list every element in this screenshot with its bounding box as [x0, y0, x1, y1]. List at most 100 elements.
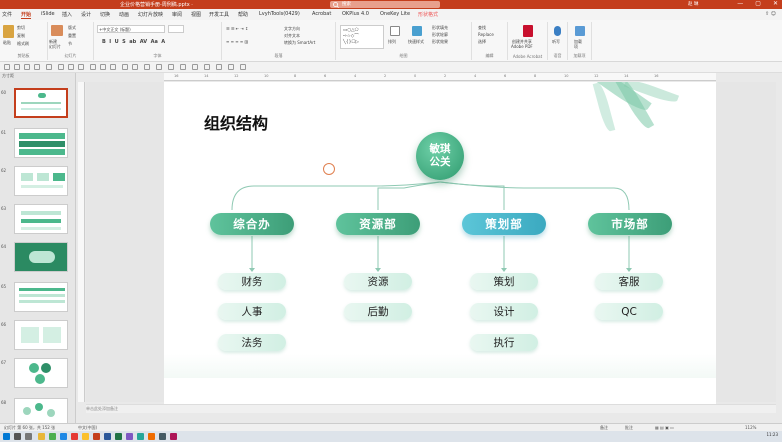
slide-thumbnail[interactable]: [14, 282, 68, 312]
crop-icon[interactable]: [144, 64, 150, 70]
slideshow-icon[interactable]: [46, 64, 52, 70]
sub-node[interactable]: 策划: [470, 273, 538, 290]
tab-developer[interactable]: 开发工具: [209, 11, 229, 18]
tab-animations[interactable]: 动画: [119, 11, 129, 18]
sub-node[interactable]: 法务: [218, 334, 286, 351]
distribute-icon[interactable]: [90, 64, 96, 70]
tab-onekey[interactable]: OneKey Lite: [380, 11, 410, 17]
quick-styles-button[interactable]: 快速样式: [408, 39, 424, 45]
tab-slideshow[interactable]: 幻灯片放映: [138, 11, 163, 18]
tab-acrobat[interactable]: Acrobat: [312, 11, 331, 17]
share-icon[interactable]: ⇪ ☺: [765, 11, 776, 17]
view-buttons[interactable]: ▦ ▤ ▣ ▭: [655, 425, 674, 430]
paste-icon[interactable]: [3, 25, 14, 38]
shape-outline-button[interactable]: 形状轮廓: [432, 32, 448, 38]
align-left-icon[interactable]: [58, 64, 64, 70]
start-icon[interactable]: [3, 433, 10, 440]
text-direction-button[interactable]: 文字方向: [284, 26, 300, 32]
word-icon[interactable]: [104, 433, 111, 440]
tab-shape-format[interactable]: 形状格式: [418, 11, 438, 18]
app-icon[interactable]: [159, 433, 166, 440]
app-icon[interactable]: [137, 433, 144, 440]
addins-icon[interactable]: [575, 26, 585, 36]
arrange-icon[interactable]: [390, 26, 400, 36]
close-button[interactable]: ✕: [773, 0, 778, 7]
list-buttons[interactable]: ☰ ☰ ⇤ ⇥ ↕: [226, 26, 248, 31]
arrange-button[interactable]: 排列: [388, 39, 396, 45]
microphone-icon[interactable]: [554, 26, 561, 36]
app-icon[interactable]: [82, 433, 89, 440]
dictate-button[interactable]: 听写: [552, 39, 560, 45]
sub-node[interactable]: 后勤: [344, 303, 412, 320]
new-slide-icon[interactable]: [51, 25, 63, 36]
tab-transitions[interactable]: 切换: [100, 11, 110, 18]
sub-node[interactable]: 人事: [218, 303, 286, 320]
align-text-button[interactable]: 对齐文本: [284, 33, 300, 39]
shapes-gallery[interactable]: ▭○△⬠ ⇨☆◇⌒ ╲{}☐▷: [340, 25, 384, 49]
search-box[interactable]: 搜索: [330, 1, 440, 8]
eyedropper-icon[interactable]: [156, 64, 162, 70]
slide-thumbnail[interactable]: [14, 320, 68, 350]
pdf-icon[interactable]: [523, 25, 533, 37]
slide-thumbnail[interactable]: [14, 358, 68, 388]
smartart-button[interactable]: 转换为 SmartArt: [284, 40, 315, 46]
app-icon[interactable]: [148, 433, 155, 440]
sub-node[interactable]: QC: [595, 303, 663, 320]
text-box-icon[interactable]: [168, 64, 174, 70]
send-back-icon[interactable]: [132, 64, 138, 70]
app-icon[interactable]: [49, 433, 56, 440]
section-button[interactable]: 节: [68, 41, 72, 47]
line-icon[interactable]: [192, 64, 198, 70]
tab-lvyhtools[interactable]: LvyhTools(0429): [259, 11, 300, 17]
paste-label[interactable]: 粘贴: [3, 40, 11, 46]
replace-button[interactable]: Replace: [478, 32, 494, 37]
align-right-icon[interactable]: [78, 64, 84, 70]
tab-review[interactable]: 审阅: [172, 11, 182, 18]
table-icon[interactable]: [204, 64, 210, 70]
excel-icon[interactable]: [115, 433, 122, 440]
slide-thumbnail[interactable]: [14, 88, 68, 118]
copy-button[interactable]: 复制: [17, 33, 25, 39]
zoom-level[interactable]: 112%: [745, 425, 756, 430]
app-icon[interactable]: [60, 433, 67, 440]
task-view-icon[interactable]: [25, 433, 32, 440]
app-icon[interactable]: [71, 433, 78, 440]
search-icon[interactable]: [14, 433, 21, 440]
shape-effects-button[interactable]: 形状效果: [432, 39, 448, 45]
sub-node[interactable]: 设计: [470, 303, 538, 320]
maximize-button[interactable]: ▢: [755, 0, 761, 7]
tab-okplus[interactable]: OKPlus 4.0: [342, 11, 369, 17]
font-name-select[interactable]: +中文正文 (标题): [97, 25, 165, 33]
notes-pane[interactable]: 单击此处添加备注: [86, 404, 776, 413]
undo-icon[interactable]: [24, 64, 30, 70]
select-button[interactable]: 选择: [478, 39, 486, 45]
dept-node[interactable]: 市场部: [588, 213, 672, 235]
more-icon[interactable]: [240, 64, 246, 70]
powerpoint-icon[interactable]: [93, 433, 100, 440]
picture-icon[interactable]: [216, 64, 222, 70]
format-painter-button[interactable]: 格式刷: [17, 41, 29, 47]
tab-file[interactable]: 文件: [2, 11, 12, 18]
bring-front-icon[interactable]: [122, 64, 128, 70]
addins-button[interactable]: 加载 项: [574, 39, 582, 49]
tab-islide[interactable]: iSlide: [41, 11, 55, 17]
align-center-icon[interactable]: [68, 64, 74, 70]
dept-node[interactable]: 资源部: [336, 213, 420, 235]
quick-styles-icon[interactable]: [412, 26, 422, 36]
tab-design[interactable]: 设计: [81, 11, 91, 18]
file-explorer-icon[interactable]: [38, 433, 45, 440]
slide-canvas[interactable]: 组织结构 敏琪 公关 综合办 资源部 策划部 市场部 财务 人事 法务 资源 后…: [164, 82, 716, 404]
ungroup-icon[interactable]: [110, 64, 116, 70]
tab-home[interactable]: 开始: [21, 11, 32, 19]
autosave-icon[interactable]: [4, 64, 10, 70]
slide-thumbnail[interactable]: [14, 204, 68, 234]
chart-icon[interactable]: [228, 64, 234, 70]
shape-fill-button[interactable]: 形状填充: [432, 25, 448, 31]
tab-insert[interactable]: 插入: [62, 11, 72, 18]
font-size-select[interactable]: [168, 25, 184, 33]
redo-icon[interactable]: [34, 64, 40, 70]
minimize-button[interactable]: —: [737, 0, 743, 7]
align-buttons[interactable]: ≡ ≡ ≡ ≡ ▥: [226, 39, 248, 44]
sub-node[interactable]: 资源: [344, 273, 412, 290]
slide-thumbnail[interactable]: [14, 166, 68, 196]
